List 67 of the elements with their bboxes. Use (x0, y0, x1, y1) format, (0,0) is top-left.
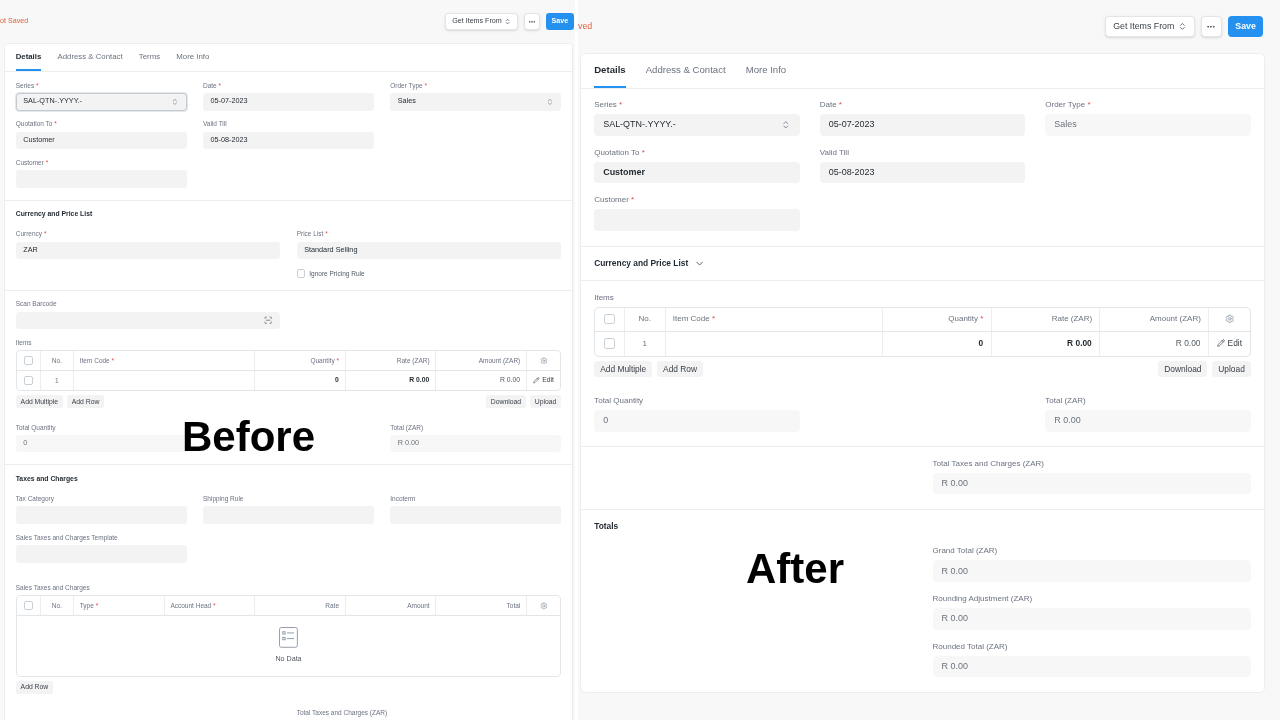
section-toggle[interactable]: Currency and Price List (594, 257, 705, 270)
chevrons-up-down-icon (504, 17, 512, 25)
table-cell: R 0.00 (1100, 331, 1209, 356)
readonly-field: R 0.00 (932, 608, 1251, 630)
section-title: Totals (594, 521, 619, 533)
edit-button[interactable]: Edit (1216, 337, 1243, 350)
column-header: Rate (ZAR) (991, 307, 1101, 331)
tab[interactable]: Details (594, 53, 626, 88)
field-label: Quotation To * (594, 147, 645, 158)
input-field[interactable]: Customer (594, 161, 800, 184)
readonly-field: R 0.00 (932, 472, 1251, 495)
table-action-button[interactable]: Upload (1212, 361, 1251, 378)
field-label: Valid Till (819, 147, 849, 158)
readonly-field: 0 (594, 410, 800, 432)
field-label: Total Taxes and Charges (ZAR) (932, 458, 1044, 469)
column-header: Quantity * (882, 307, 992, 331)
tab[interactable]: Address & Contact (645, 53, 726, 88)
column-header: Amount (ZAR) (1100, 307, 1209, 331)
checkbox[interactable] (604, 313, 615, 325)
checkbox[interactable] (23, 356, 33, 365)
table-label: Items (594, 292, 614, 303)
column-header: No. (624, 307, 666, 331)
checkbox[interactable] (23, 601, 33, 611)
table-action-button[interactable]: Add Multiple (594, 361, 653, 378)
chevrons-up-down-icon (171, 97, 180, 106)
table-cell: R 0.00 (991, 331, 1101, 356)
row-number: 1 (624, 331, 666, 356)
column-header: Item Code * (665, 307, 883, 331)
readonly-field: Sales (1045, 114, 1251, 136)
settings-icon[interactable] (539, 356, 548, 365)
chevrons-up-down-icon (1177, 22, 1187, 31)
table-cell: 0 (882, 331, 992, 356)
overlay-caption: After (746, 548, 844, 590)
table-action-button[interactable]: Add Row (657, 361, 704, 378)
pencil-icon (1216, 339, 1225, 348)
checkbox[interactable] (604, 338, 615, 349)
field-label: Series * (594, 100, 623, 111)
field-label: Grand Total (ZAR) (932, 546, 998, 557)
field-label: Customer * (594, 195, 635, 206)
more-button[interactable] (1200, 16, 1222, 37)
dropdown-button[interactable]: Get Items From (1105, 16, 1195, 37)
scan-icon (264, 316, 273, 325)
chevrons-up-down-icon (781, 120, 791, 130)
field-label: Date * (819, 100, 842, 111)
pencil-icon (533, 377, 540, 384)
field-label: Total (ZAR) (1045, 396, 1086, 407)
readonly-field: R 0.00 (932, 560, 1251, 583)
empty-list-icon (279, 627, 298, 648)
scan-field[interactable] (15, 311, 281, 330)
input-field[interactable]: 05-07-2023 (819, 114, 1026, 136)
settings-icon[interactable] (539, 601, 548, 610)
readonly-field: R 0.00 (1045, 410, 1251, 432)
checkbox[interactable] (296, 269, 306, 278)
chevrons-up-down-icon (545, 97, 554, 106)
field-label: Total Quantity (594, 396, 644, 407)
tab[interactable]: More Info (745, 53, 787, 88)
status-indicator: ved (578, 19, 593, 33)
field-label: Rounded Total (ZAR) (932, 641, 1008, 652)
field-label: Rounding Adjustment (ZAR) (932, 594, 1033, 605)
field-label: Order Type * (1045, 100, 1091, 111)
readonly-field: R 0.00 (932, 655, 1251, 678)
checkbox[interactable] (23, 376, 33, 385)
select-field[interactable]: SAL-QTN-.YYYY.- (594, 114, 800, 136)
more-button[interactable] (523, 13, 541, 30)
input-field[interactable]: 05-08-2023 (819, 161, 1026, 184)
settings-icon[interactable] (1224, 314, 1235, 324)
table-action-button[interactable]: Download (1158, 361, 1208, 378)
